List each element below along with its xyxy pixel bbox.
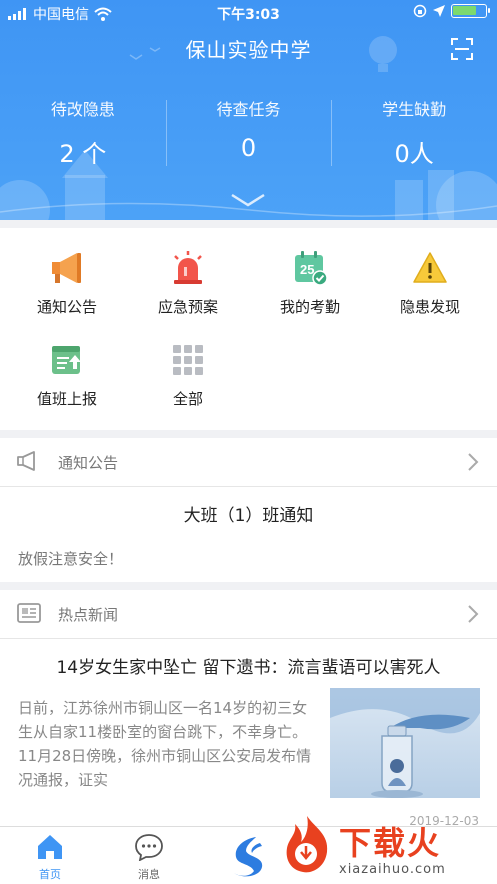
duty-report-icon <box>52 346 81 374</box>
calendar-check-icon: 25 <box>295 251 328 286</box>
func-duty-report[interactable]: 值班上报 <box>5 342 129 409</box>
section-title: 通知公告 <box>58 454 119 472</box>
chevron-down-icon[interactable] <box>230 192 266 208</box>
func-all[interactable]: 全部 <box>126 342 250 409</box>
func-label: 应急预案 <box>157 298 218 316</box>
status-bar: 中国电信 下午3:03 <box>0 0 497 26</box>
stat-value: 2 个 <box>59 140 107 168</box>
func-emergency[interactable]: 应急预案 <box>126 250 250 317</box>
chevron-right-icon <box>468 605 479 623</box>
grid-icon <box>173 345 203 375</box>
watermark-text: 下载火 <box>339 824 442 862</box>
page-title: 保山实验中学 <box>185 38 312 62</box>
home-icon <box>38 835 62 859</box>
watermark-url: xiazaihuo.com <box>339 862 446 877</box>
stat-student-absence[interactable]: 学生缺勤 0人 <box>331 96 497 169</box>
chevron-right-icon <box>468 453 479 471</box>
warning-icon <box>413 252 447 283</box>
tab-label: 首页 <box>39 868 61 881</box>
section-title: 热点新闻 <box>58 606 119 624</box>
stats-row: 待改隐患 2 个 待查任务 0 学生缺勤 0人 <box>0 96 497 169</box>
tab-label: 消息 <box>138 868 160 881</box>
news-header[interactable]: 热点新闻 <box>0 590 497 639</box>
header-banner: 中国电信 下午3:03 保山实验中学 待改隐患 2 个 待查任务 0 学生缺勤 … <box>0 0 497 220</box>
news-body: 日前，江苏徐州市铜山区一名14岁的初三女生从自家11楼卧室的窗台跳下，不幸身亡。… <box>18 699 312 789</box>
stat-label: 学生缺勤 <box>382 100 447 119</box>
stat-label: 待查任务 <box>216 100 281 119</box>
func-attendance[interactable]: 25 我的考勤 <box>248 250 372 317</box>
megaphone-outline-icon <box>17 451 35 471</box>
func-label: 隐患发现 <box>399 298 460 316</box>
notice-header[interactable]: 通知公告 <box>0 438 497 487</box>
notice-title[interactable]: 大班（1）班通知 <box>0 487 497 526</box>
news-title[interactable]: 14岁女生家中坠亡 留下遗书：流言蜚语可以害死人 <box>0 639 497 678</box>
location-icon <box>433 5 445 17</box>
function-grid: 通知公告 应急预案 25 我的考勤 隐患发现 值班上报 全部 <box>0 228 497 430</box>
func-notice[interactable]: 通知公告 <box>5 250 129 317</box>
notice-section: 通知公告 大班（1）班通知 放假注意安全！ <box>0 438 497 582</box>
func-hazard[interactable]: 隐患发现 <box>368 250 492 317</box>
svg-text:25: 25 <box>300 262 314 277</box>
newspaper-icon <box>17 603 41 623</box>
news-illustration <box>330 688 480 798</box>
megaphone-icon <box>52 253 81 283</box>
func-label: 通知公告 <box>36 298 97 316</box>
func-label: 全部 <box>172 390 203 408</box>
stat-pending-hazards[interactable]: 待改隐患 2 个 <box>0 96 166 169</box>
rotation-lock-icon <box>413 4 427 18</box>
stat-value: 0人 <box>394 140 434 168</box>
notice-body: 放假注意安全！ <box>18 550 124 568</box>
func-label: 我的考勤 <box>279 298 340 316</box>
func-label: 值班上报 <box>36 390 97 408</box>
stat-label: 待改隐患 <box>50 100 115 119</box>
tab-home[interactable]: 首页 <box>0 833 100 882</box>
news-section: 热点新闻 14岁女生家中坠亡 留下遗书：流言蜚语可以害死人 日前，江苏徐州市铜山… <box>0 590 497 828</box>
watermark-logo: 下载火 xiazaihuo.com <box>279 812 489 882</box>
scan-icon[interactable] <box>451 38 473 60</box>
stat-value: 0 <box>240 134 257 162</box>
chat-icon <box>135 834 163 862</box>
tab-messages[interactable]: 消息 <box>99 833 199 882</box>
flame-icon <box>286 816 328 873</box>
stat-pending-tasks[interactable]: 待查任务 0 <box>165 96 332 169</box>
app-logo-icon[interactable] <box>226 833 270 879</box>
battery-icon <box>451 4 490 18</box>
alarm-light-icon <box>174 251 202 284</box>
news-thumbnail[interactable] <box>330 688 480 798</box>
